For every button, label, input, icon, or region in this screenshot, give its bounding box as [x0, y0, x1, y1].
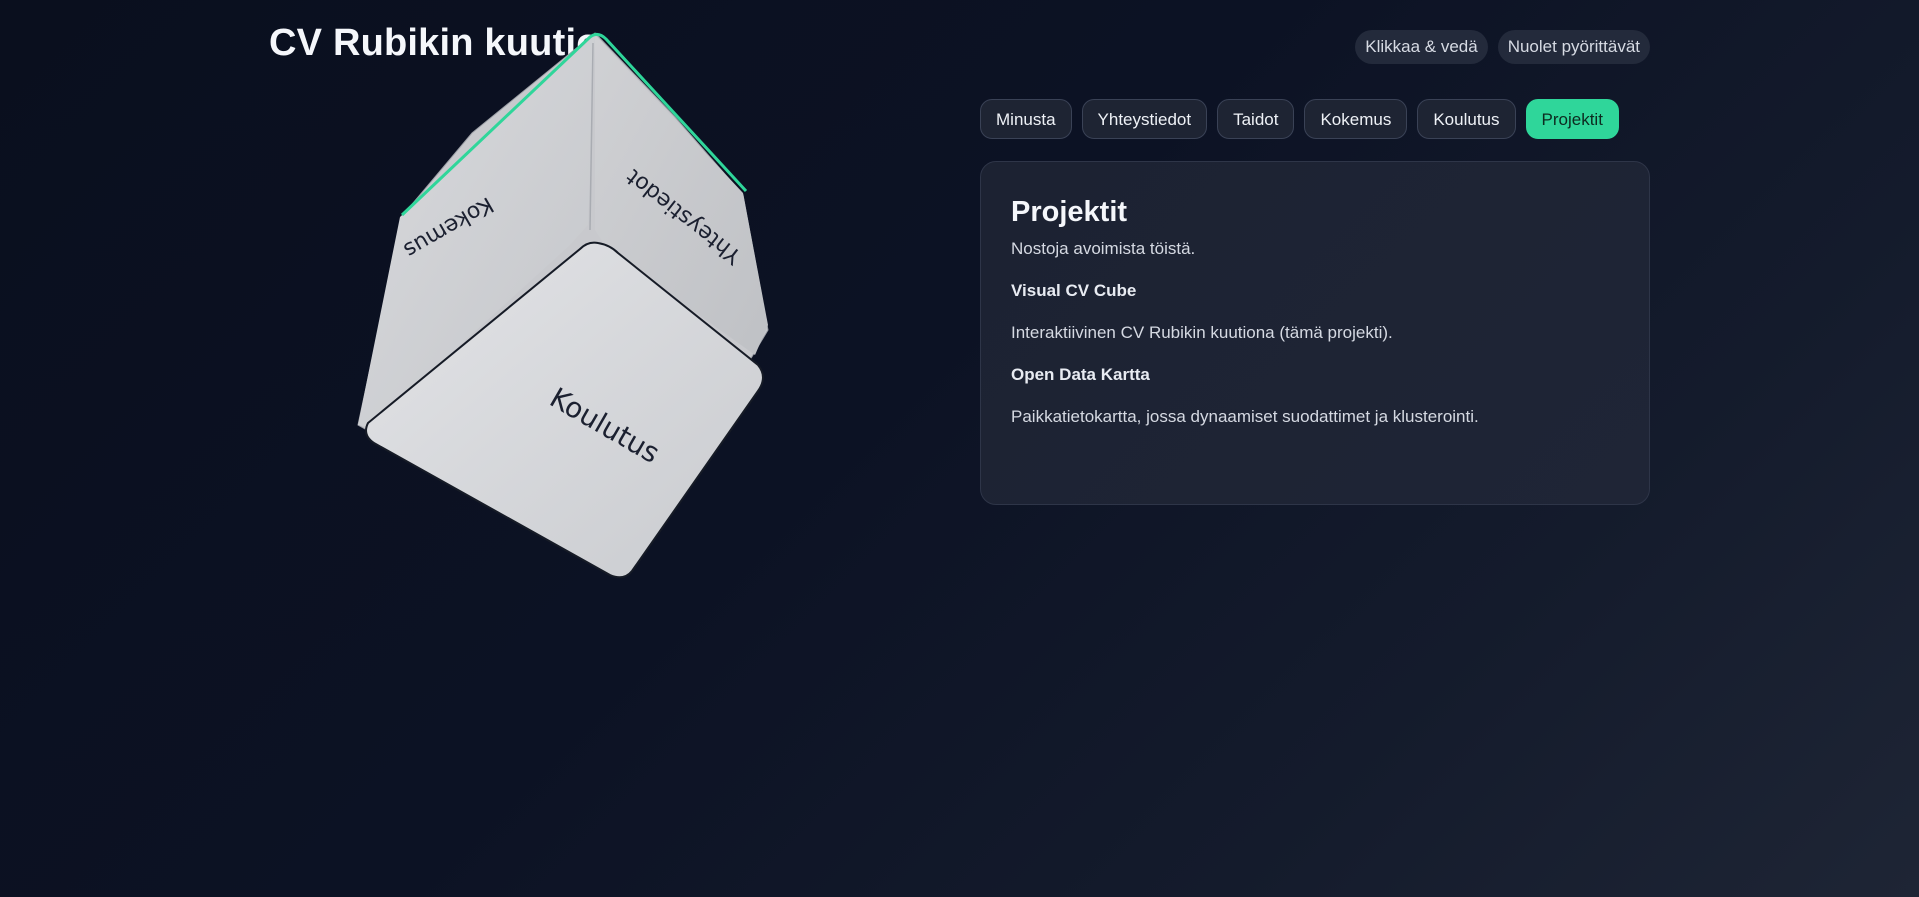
- project-title: Open Data Kartta: [1011, 365, 1150, 384]
- panel-heading: Projektit: [1011, 196, 1128, 228]
- tab-taidot[interactable]: Taidot: [1217, 99, 1295, 139]
- tab-yhteystiedot[interactable]: Yhteystiedot: [1081, 99, 1208, 139]
- hint-bar: Klikkaa & vedä Nuolet pyörittävät: [1355, 30, 1650, 64]
- rubik-cube[interactable]: Kokemus Yhteystiedot Koulutus: [340, 25, 880, 585]
- project-description: Interaktiivinen CV Rubikin kuutiona (täm…: [1011, 323, 1393, 342]
- project-description: Paikkatietokartta, jossa dynaamiset suod…: [1011, 407, 1479, 426]
- hint-arrow-keys: Nuolet pyörittävät: [1497, 30, 1650, 64]
- tab-kokemus[interactable]: Kokemus: [1304, 99, 1408, 139]
- content-panel: Projektit Nostoja avoimista töistä. Visu…: [980, 161, 1650, 505]
- tab-minusta[interactable]: Minusta: [980, 99, 1072, 139]
- hint-click-drag: Klikkaa & vedä: [1355, 30, 1488, 64]
- cube-graphic[interactable]: Kokemus Yhteystiedot Koulutus: [340, 25, 880, 585]
- panel-intro: Nostoja avoimista töistä.: [1011, 239, 1196, 258]
- tab-projektit[interactable]: Projektit: [1525, 99, 1619, 139]
- project-title: Visual CV Cube: [1011, 281, 1137, 300]
- section-tabs: Minusta Yhteystiedot Taidot Kokemus Koul…: [980, 99, 1619, 139]
- tab-koulutus[interactable]: Koulutus: [1417, 99, 1516, 139]
